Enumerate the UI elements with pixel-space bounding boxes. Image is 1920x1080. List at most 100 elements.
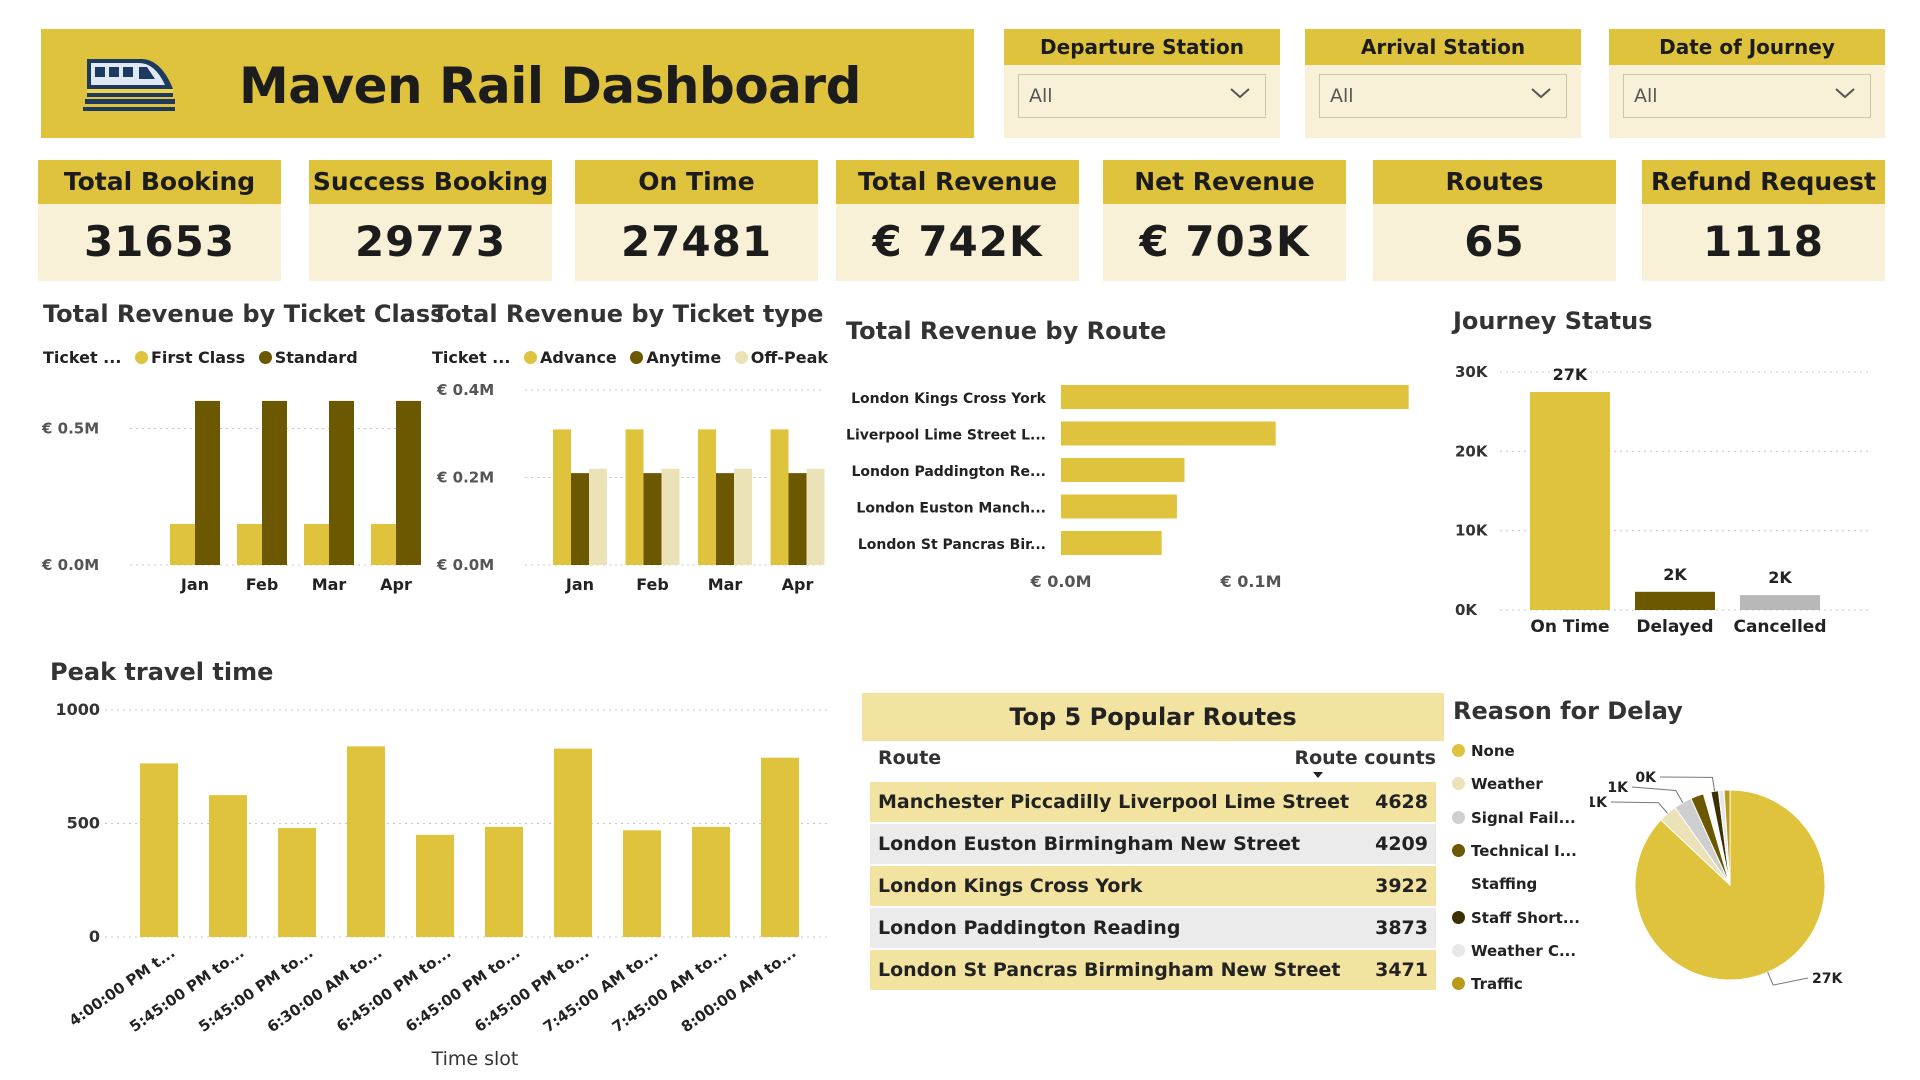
y-tick-label: € 0.2M [436, 469, 494, 487]
kpi-label: Success Booking [309, 160, 552, 204]
legend-item: Off-Peak [750, 348, 829, 367]
bar [1061, 421, 1276, 446]
chart-title: Total Revenue by Ticket type [432, 300, 824, 328]
bar [371, 523, 396, 565]
bar [170, 523, 195, 565]
kpi-label: Refund Request [1642, 160, 1885, 204]
kpi-refund-request: Refund Request 1118 [1642, 160, 1885, 281]
bar [589, 468, 607, 565]
arrival-station-slicer: Arrival Station All [1305, 29, 1581, 138]
table-row[interactable]: London St Pancras Birmingham New Street … [870, 950, 1436, 990]
legend-marker [630, 351, 644, 364]
kpi-label: Total Booking [38, 160, 281, 204]
bar [788, 473, 807, 565]
legend-label: Traffic [1471, 975, 1523, 994]
table-row[interactable]: London Euston Birmingham New Street 4209 [870, 824, 1436, 864]
legend-item: Signal Fail... [1452, 809, 1576, 827]
y-tick-label: London Kings Cross York [851, 391, 1047, 407]
legend-marker [1452, 877, 1465, 891]
leader-line [1659, 776, 1716, 792]
bar [716, 473, 734, 565]
bar [625, 429, 644, 565]
legend-marker [134, 351, 148, 364]
column-header-route-counts[interactable]: Route counts [1294, 747, 1436, 769]
bar [806, 468, 825, 565]
sort-descending-icon [1313, 772, 1323, 778]
kpi-value: 27481 [620, 217, 773, 266]
x-tick-label: 8:00:00 AM to... [678, 944, 800, 1037]
kpi-value: 65 [1464, 217, 1525, 266]
bar [643, 473, 662, 565]
data-label: 1K [1590, 795, 1608, 811]
bar [554, 748, 592, 937]
arrival-station-dropdown[interactable]: All [1319, 74, 1567, 118]
table-header: Route Route counts [862, 741, 1444, 778]
departure-station-slicer: Departure Station All [1004, 29, 1280, 138]
x-tick-label: 5:45:00 PM to... [126, 944, 247, 1036]
chart-legend: Ticket ... Advance Anytime Off-Peak [432, 348, 828, 367]
chevron-down-icon [1835, 88, 1855, 99]
legend-label: Staffing [1471, 875, 1538, 894]
legend-marker [734, 351, 748, 364]
y-tick-label: 1000 [55, 700, 100, 719]
y-tick-label: € 0.4M [436, 381, 494, 399]
x-tick-label: € 0.1M [1220, 572, 1282, 591]
kpi-total-booking: Total Booking 31653 [38, 160, 281, 281]
x-tick-label: 5:45:00 PM to... [195, 944, 316, 1036]
kpi-value: 31653 [83, 217, 236, 266]
table-row[interactable]: Manchester Piccadilly Liverpool Lime Str… [870, 782, 1436, 822]
y-tick-label: € 0.5M [41, 420, 99, 438]
legend-label: Weather C... [1471, 941, 1577, 960]
bar [1061, 458, 1185, 482]
slicer-label: Date of Journey [1609, 29, 1885, 65]
data-label: 0K [1635, 770, 1657, 786]
x-tick-label: Mar [708, 575, 743, 594]
reason-for-delay-pie: 27K 1K1K 0K [1590, 770, 1843, 987]
bar [329, 400, 354, 565]
kpi-value: 29773 [354, 217, 507, 266]
data-label: 1K [1607, 780, 1629, 796]
bar [1061, 531, 1162, 555]
legend-label: Signal Fail... [1471, 808, 1576, 827]
date-of-journey-dropdown[interactable]: All [1623, 74, 1871, 118]
date-of-journey-slicer: Date of Journey All [1609, 29, 1885, 138]
legend-marker [1452, 910, 1465, 924]
bar [661, 468, 680, 565]
kpi-success-booking: Success Booking 29773 [309, 160, 552, 281]
leader-line [1610, 801, 1669, 814]
bar [571, 473, 589, 565]
route-name: London Kings Cross York [878, 875, 1143, 897]
legend-title: Ticket ... [432, 348, 511, 367]
table-row[interactable]: London Kings Cross York 3922 [870, 866, 1436, 906]
x-tick-label: Cancelled [1733, 617, 1826, 637]
y-tick-label: London Paddington Re... [851, 464, 1046, 480]
legend-item: Traffic [1452, 975, 1523, 993]
legend-marker [1452, 777, 1465, 791]
bar [237, 523, 262, 565]
column-header-route[interactable]: Route [878, 747, 941, 769]
legend-item: Weather [1452, 775, 1543, 793]
bar [692, 826, 730, 937]
chart-title: Total Revenue by Ticket Class [43, 300, 445, 328]
chart-title: Reason for Delay [1453, 697, 1683, 725]
x-tick-label: 6:30:00 AM to... [264, 944, 386, 1037]
legend-marker [1452, 744, 1465, 757]
x-tick-label: Delayed [1636, 617, 1713, 637]
legend-marker [1452, 943, 1465, 957]
x-tick-label: On Time [1530, 617, 1609, 637]
revenue-by-route-chart: € 0.0M€ 0.1M€ 0.London Kings Cross YorkL… [846, 385, 1409, 591]
x-tick-label: 7:45:00 AM to... [609, 944, 731, 1037]
departure-station-dropdown[interactable]: All [1018, 74, 1266, 118]
y-tick-label: 0 [89, 927, 100, 946]
bar [761, 757, 799, 937]
bar [1061, 494, 1177, 519]
legend-label: Weather [1471, 775, 1543, 794]
kpi-label: Net Revenue [1103, 160, 1346, 204]
bar [553, 429, 571, 565]
bar [1061, 385, 1409, 409]
table-row[interactable]: London Paddington Reading 3873 [870, 908, 1436, 948]
legend-item: Advance [539, 348, 617, 367]
bar [623, 830, 661, 937]
legend-label: None [1471, 742, 1515, 760]
data-label: 2K [1663, 565, 1687, 584]
